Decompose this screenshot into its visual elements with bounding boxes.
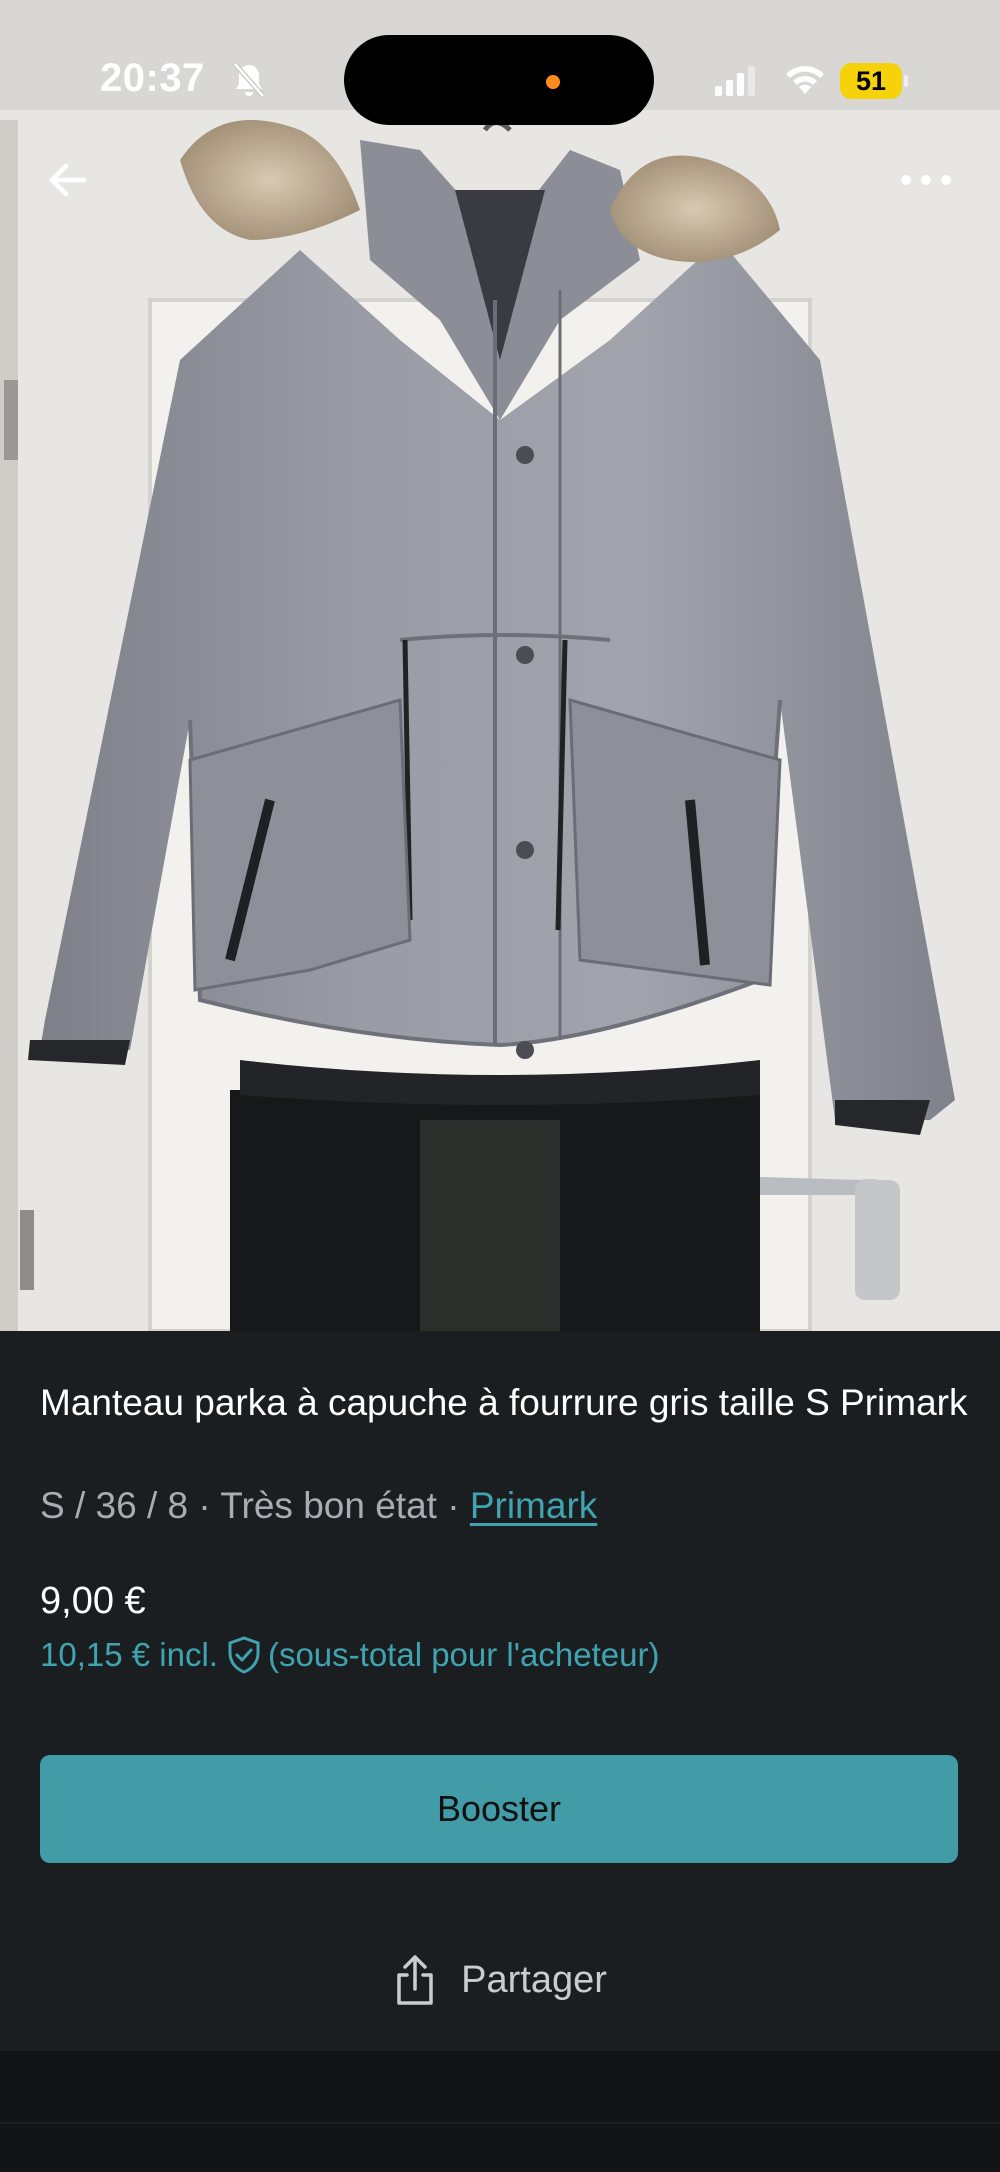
buyer-price: 10,15 € incl. bbox=[40, 1636, 218, 1673]
status-bar: 20:37 51 bbox=[0, 0, 1000, 130]
brand-link[interactable]: Primark bbox=[470, 1485, 597, 1526]
more-options-icon bbox=[901, 175, 951, 185]
recording-indicator bbox=[546, 75, 560, 89]
product-photo[interactable] bbox=[0, 0, 1000, 1331]
share-label: Partager bbox=[461, 1958, 607, 2001]
bell-muted-icon bbox=[232, 62, 266, 103]
bottom-divider bbox=[0, 2122, 1000, 2124]
shield-check-icon bbox=[228, 1636, 260, 1674]
bottom-area bbox=[0, 2051, 1000, 2172]
listing-attributes: S / 36 / 8 · Très bon état · bbox=[40, 1485, 470, 1526]
buyer-price-note: (sous-total pour l'acheteur) bbox=[267, 1636, 660, 1673]
booster-button[interactable]: Booster bbox=[40, 1755, 958, 1863]
back-arrow-icon bbox=[49, 163, 87, 197]
buyer-price-row[interactable]: 10,15 € incl. (sous-total pour l'acheteu… bbox=[40, 1635, 659, 1675]
battery-indicator: 51 bbox=[840, 63, 902, 99]
parka-illustration bbox=[0, 0, 1000, 1331]
listing-meta: S / 36 / 8 · Très bon état · Primark bbox=[40, 1485, 597, 1527]
signal-icon bbox=[715, 66, 757, 101]
item-price: 9,00 € bbox=[40, 1580, 146, 1622]
dynamic-island bbox=[344, 35, 654, 125]
battery-tip bbox=[904, 75, 908, 87]
wifi-icon bbox=[783, 62, 827, 101]
status-time: 20:37 bbox=[100, 56, 205, 100]
back-button[interactable] bbox=[40, 152, 96, 208]
share-icon bbox=[397, 1955, 433, 2005]
more-options-button[interactable] bbox=[896, 160, 956, 200]
share-button[interactable]: Partager bbox=[0, 1940, 1000, 2020]
listing-title: Manteau parka à capuche à fourrure gris … bbox=[40, 1382, 968, 1423]
